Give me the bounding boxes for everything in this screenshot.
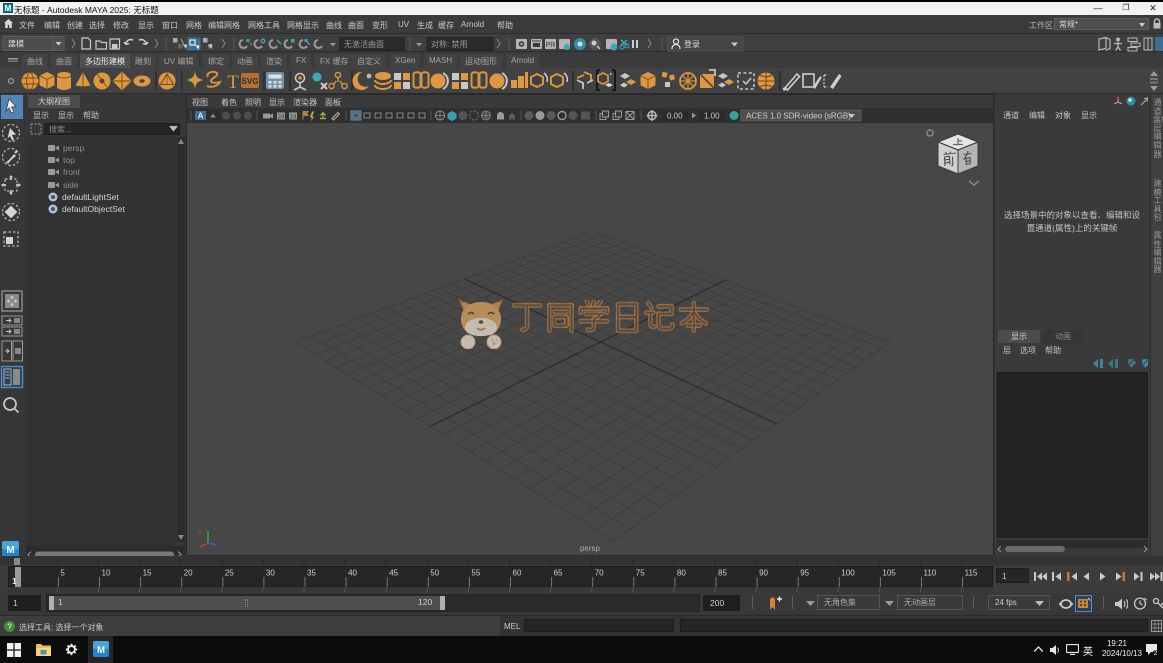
svg-text:SVG: SVG bbox=[242, 77, 259, 86]
svg-text:70: 70 bbox=[595, 569, 604, 578]
svg-text:100: 100 bbox=[841, 569, 855, 578]
svg-text:5: 5 bbox=[60, 569, 65, 578]
svg-text:24: 24 bbox=[290, 115, 297, 121]
svg-text:65: 65 bbox=[554, 569, 563, 578]
svg-text:0.00: 0.00 bbox=[667, 112, 683, 121]
svg-text:2: 2 bbox=[1154, 650, 1158, 655]
svg-text:60: 60 bbox=[513, 569, 522, 578]
svg-text:M: M bbox=[97, 644, 105, 655]
svg-text:建模: 建模 bbox=[8, 39, 24, 49]
svg-text:ACES 1.0 SDR-video (sRGB): ACES 1.0 SDR-video (sRGB) bbox=[746, 112, 851, 121]
svg-text:40: 40 bbox=[348, 569, 357, 578]
svg-text:30: 30 bbox=[266, 569, 275, 578]
svg-text:25: 25 bbox=[225, 569, 234, 578]
svg-text:M: M bbox=[6, 545, 14, 556]
svg-text:115: 115 bbox=[965, 569, 978, 578]
svg-text:110: 110 bbox=[924, 569, 937, 578]
svg-text:50: 50 bbox=[430, 569, 439, 578]
svg-text:85: 85 bbox=[718, 569, 727, 578]
svg-text:无激活曲面: 无激活曲面 bbox=[344, 39, 384, 49]
svg-text:?: ? bbox=[7, 623, 12, 632]
svg-text:80: 80 bbox=[677, 569, 686, 578]
svg-text:A: A bbox=[198, 112, 204, 121]
svg-text:35: 35 bbox=[307, 569, 316, 578]
svg-text:75: 75 bbox=[636, 569, 645, 578]
svg-text:105: 105 bbox=[882, 569, 896, 578]
svg-text:10: 10 bbox=[102, 569, 111, 578]
svg-text:45: 45 bbox=[389, 569, 398, 578]
svg-text:PR: PR bbox=[546, 42, 556, 49]
svg-text:24: 24 bbox=[278, 115, 285, 121]
svg-text:90: 90 bbox=[759, 569, 768, 578]
svg-text:15: 15 bbox=[143, 569, 152, 578]
svg-text:20: 20 bbox=[184, 569, 193, 578]
svg-text:登录: 登录 bbox=[684, 39, 700, 49]
svg-text:1.00: 1.00 bbox=[704, 112, 720, 121]
svg-text:x: x bbox=[198, 530, 202, 537]
svg-text:55: 55 bbox=[471, 569, 480, 578]
svg-text:对称: 禁用: 对称: 禁用 bbox=[431, 39, 467, 49]
svg-text:T: T bbox=[227, 72, 239, 93]
svg-text:95: 95 bbox=[800, 569, 809, 578]
